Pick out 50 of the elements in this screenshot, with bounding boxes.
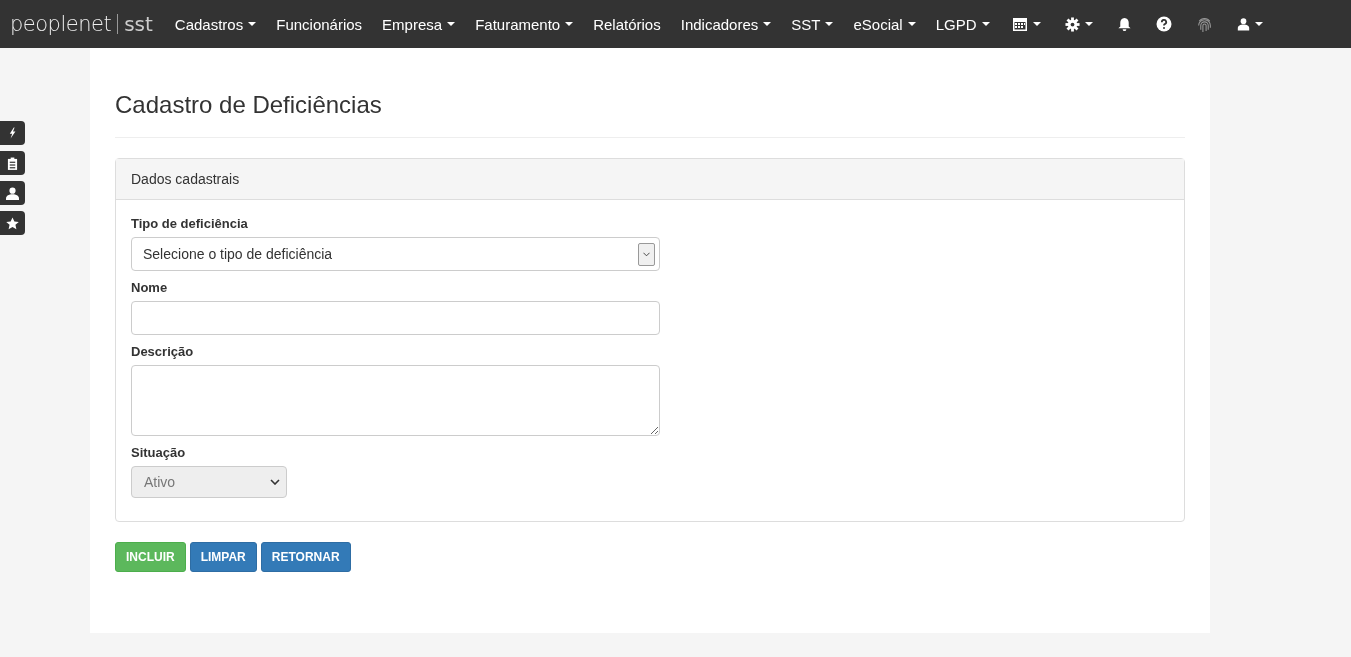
lightning-icon bbox=[8, 127, 17, 139]
star-side-tab[interactable] bbox=[0, 211, 25, 235]
nav-menu-item[interactable]: eSocial bbox=[843, 15, 926, 33]
bolt-side-tab[interactable] bbox=[0, 121, 25, 145]
calendar-icon bbox=[1011, 16, 1028, 32]
caret-icon bbox=[981, 22, 990, 26]
select-value: Ativo bbox=[144, 474, 176, 490]
caret-icon bbox=[1254, 22, 1263, 26]
user-side-tab[interactable] bbox=[0, 181, 25, 205]
nav-menu-item[interactable]: SST bbox=[781, 15, 844, 33]
clipboard-icon bbox=[7, 156, 18, 170]
fingerprint-icon bbox=[1195, 15, 1213, 33]
notification-bell-icon bbox=[1116, 16, 1132, 32]
caret-icon bbox=[825, 22, 834, 26]
clipboard-side-tab[interactable] bbox=[0, 151, 25, 175]
settings-icon bbox=[1064, 16, 1080, 32]
textarea-field[interactable] bbox=[131, 365, 660, 436]
field-label: Tipo de deficiência bbox=[131, 216, 249, 231]
action-button[interactable]: LIMPAR bbox=[189, 542, 257, 572]
nav-menu-item[interactable]: Relatórios bbox=[583, 15, 671, 33]
field-label: Nome bbox=[131, 280, 169, 295]
logo[interactable]: peoplenet sst bbox=[10, 12, 153, 36]
caret-icon bbox=[907, 22, 916, 26]
caret-icon bbox=[447, 22, 456, 26]
field-label: Situação bbox=[131, 445, 187, 460]
nav-menu-item[interactable]: Faturamento bbox=[465, 15, 584, 33]
user-icon bbox=[6, 186, 19, 200]
caret-icon bbox=[248, 22, 257, 26]
caret-icon bbox=[1032, 22, 1041, 26]
chevron-down-icon bbox=[270, 479, 280, 485]
nav-menu-item[interactable]: Cadastros bbox=[164, 15, 267, 33]
star-icon bbox=[6, 216, 19, 230]
caret-icon bbox=[565, 22, 574, 26]
panel-heading: Dados cadastrais bbox=[116, 159, 1184, 200]
nav-menu-item[interactable]: Funcionários bbox=[266, 15, 373, 33]
logo-brand: peoplenet bbox=[10, 12, 112, 36]
nav-menu-item[interactable]: LGPD bbox=[925, 15, 1000, 33]
logo-product: sst bbox=[124, 12, 153, 36]
text-input[interactable] bbox=[131, 301, 660, 335]
caret-icon bbox=[1084, 22, 1093, 26]
caret-icon bbox=[763, 22, 772, 26]
nav-menu-item[interactable]: Empresa bbox=[372, 15, 466, 33]
select-field[interactable]: Selecione o tipo de deficiência bbox=[131, 237, 660, 271]
select-value: Selecione o tipo de deficiência bbox=[143, 246, 333, 262]
help-icon bbox=[1155, 16, 1172, 32]
nav-menu-item[interactable]: Indicadores bbox=[670, 15, 782, 33]
field-label: Descrição bbox=[131, 344, 195, 359]
action-button[interactable]: RETORNAR bbox=[260, 542, 351, 572]
user-icon bbox=[1236, 17, 1250, 31]
page-title: Cadastro de Deficiências bbox=[115, 48, 1185, 138]
